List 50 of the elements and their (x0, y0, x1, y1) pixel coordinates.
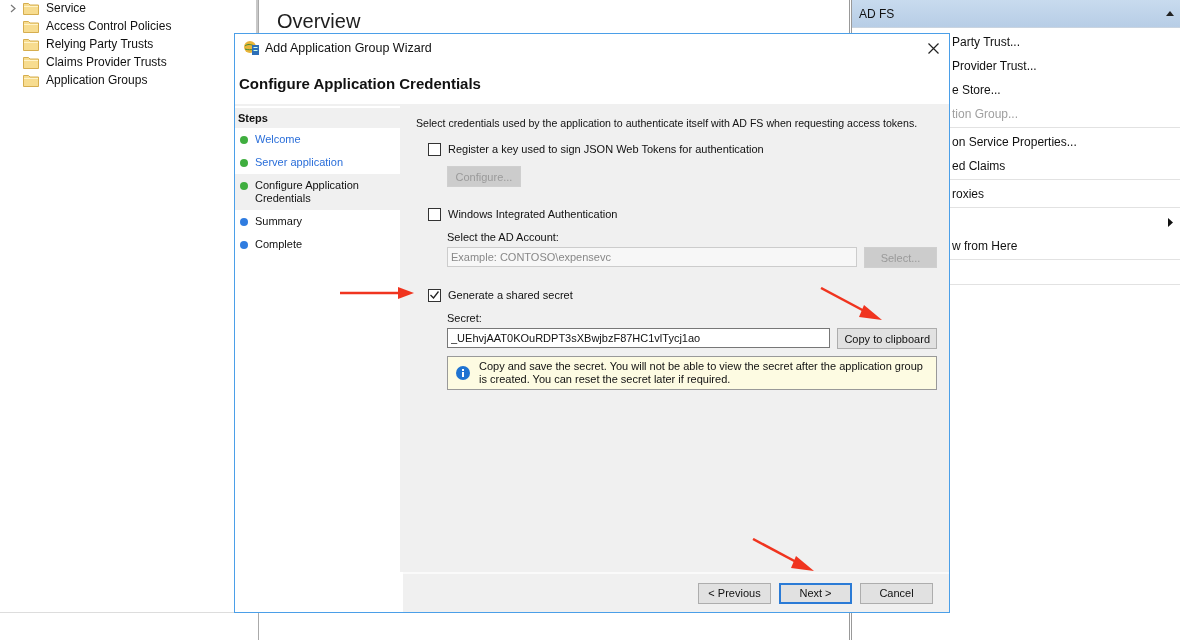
window-title: Add Application Group Wizard (265, 41, 433, 55)
folder-icon (23, 19, 39, 33)
page-heading: Configure Application Credentials (239, 74, 481, 92)
actions-header[interactable]: AD FS (852, 0, 1180, 28)
step-item[interactable]: Configure Application Credentials (235, 174, 400, 210)
action-item[interactable]: Party Trust... (952, 35, 1020, 49)
folder-icon (23, 73, 39, 87)
wizard-button[interactable]: Next > (779, 582, 852, 604)
note-text: Copy and save the secret. You will not be able to view the secret after the application group is created. You can reset the secret later if required. (479, 360, 924, 386)
tree-item[interactable]: Application Groups (46, 73, 148, 87)
wizard-button[interactable]: Cancel (860, 582, 933, 604)
action-item[interactable]: ed Claims (952, 159, 1006, 173)
info-icon (456, 366, 470, 380)
folder-icon (23, 37, 39, 51)
step-item[interactable]: Summary (235, 210, 400, 233)
action-item[interactable]: Provider Trust... (952, 59, 1037, 73)
field-label: Secret: (447, 312, 482, 325)
checkbox[interactable] (428, 288, 441, 302)
tree-item[interactable]: Relying Party Trusts (46, 37, 154, 51)
annotation-arrow (752, 538, 814, 572)
checkbox[interactable] (428, 142, 441, 156)
steps-title: Steps (238, 112, 268, 124)
action-item[interactable]: on Service Properties... (952, 135, 1077, 149)
instruction-text: Select credentials used by the application to authenticate itself with AD FS when requesting access tokens. (416, 117, 919, 130)
option-button[interactable]: Copy to clipboard (837, 328, 937, 349)
folder-icon (23, 55, 39, 69)
tree-item[interactable]: Claims Provider Trusts (46, 55, 167, 69)
pane-title: Overview (277, 10, 361, 32)
checkbox[interactable] (428, 207, 441, 221)
step-item[interactable]: Server application (235, 151, 400, 174)
server-globe-icon (243, 40, 260, 56)
close-icon[interactable] (928, 42, 939, 54)
tree-item[interactable]: Service (46, 1, 86, 15)
checkbox-label[interactable]: Register a key used to sign JSON Web Tokens for authentication (448, 143, 764, 155)
checkbox-label[interactable]: Windows Integrated Authentication (448, 208, 618, 220)
expand-chevron-icon[interactable] (10, 3, 16, 13)
action-item[interactable]: e Store... (952, 83, 1001, 97)
collapse-triangle-icon[interactable] (1166, 11, 1174, 16)
action-item[interactable]: roxies (952, 187, 984, 201)
tree-item[interactable]: Access Control Policies (46, 19, 172, 33)
step-item[interactable]: Complete (235, 233, 400, 256)
field-label: Select the AD Account: (447, 231, 559, 244)
folder-icon (23, 1, 39, 15)
checkbox-label[interactable]: Generate a shared secret (448, 289, 573, 301)
submenu-arrow-icon[interactable] (1168, 217, 1173, 227)
step-item[interactable]: Welcome (235, 128, 400, 151)
secret-field[interactable]: _UEhvjAAT0KOuRDPT3sXBwjbzF87HC1vlTycj1ao (447, 328, 831, 348)
action-item[interactable]: w from Here (952, 239, 1018, 253)
wizard-button[interactable]: < Previous (698, 582, 771, 604)
annotation-arrow (820, 287, 882, 321)
